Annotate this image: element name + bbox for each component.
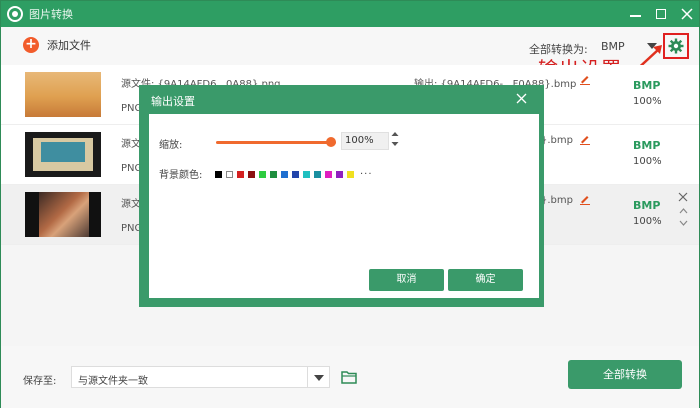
color-swatch-row: ··· <box>215 169 373 180</box>
color-swatch[interactable] <box>281 171 288 178</box>
color-swatch[interactable] <box>347 171 354 178</box>
maximize-icon <box>656 9 666 19</box>
source-filename: 源文 <box>121 199 141 210</box>
color-swatch[interactable] <box>303 171 310 178</box>
color-swatch[interactable] <box>270 171 277 178</box>
thumbnail-image <box>25 192 101 237</box>
edit-output-button[interactable] <box>579 193 591 208</box>
output-quality: 100% <box>633 216 662 227</box>
zoom-increment-button[interactable] <box>391 131 399 139</box>
color-swatch[interactable] <box>248 171 255 178</box>
app-title: 图片转换 <box>29 8 73 21</box>
close-icon <box>516 93 527 104</box>
dialog-title: 输出设置 <box>151 95 195 108</box>
output-quality: 100% <box>633 96 662 107</box>
add-files-label: 添加文件 <box>47 39 91 52</box>
output-settings-dialog: 输出设置 缩放: 100% 背景颜色: ··· 取消 确定 <box>139 85 544 307</box>
minimize-button[interactable] <box>625 4 645 24</box>
add-files-button[interactable]: + 添加文件 <box>23 37 91 53</box>
cancel-button[interactable]: 取消 <box>369 269 444 291</box>
close-icon <box>678 192 688 202</box>
chevron-down-icon <box>314 375 324 381</box>
close-icon <box>681 8 693 20</box>
background-color-label: 背景颜色: <box>159 170 203 181</box>
chevron-down-icon <box>391 142 399 146</box>
color-swatch[interactable] <box>237 171 244 178</box>
zoom-label: 缩放: <box>159 140 183 151</box>
ok-button[interactable]: 确定 <box>448 269 523 291</box>
pencil-icon <box>580 76 590 85</box>
edit-output-button[interactable] <box>579 133 591 148</box>
chevron-down-icon <box>679 220 688 226</box>
zoom-value-input[interactable]: 100% <box>341 132 389 150</box>
footer-bar: 保存至: 与源文件夹一致 全部转换 <box>1 346 699 408</box>
output-filename: }.bmp <box>541 195 573 206</box>
move-up-button[interactable] <box>679 207 688 217</box>
close-window-button[interactable] <box>677 4 697 24</box>
output-quality: 100% <box>633 156 662 167</box>
color-swatch[interactable] <box>325 171 332 178</box>
source-filename: 源文 <box>121 139 141 150</box>
color-swatch[interactable] <box>292 171 299 178</box>
remove-file-button[interactable] <box>678 191 688 205</box>
zoom-decrement-button[interactable] <box>391 141 399 149</box>
dialog-body: 缩放: 100% 背景颜色: ··· 取消 确定 <box>149 114 539 298</box>
output-filename: }.bmp <box>541 135 573 146</box>
dialog-close-button[interactable] <box>516 90 527 108</box>
pencil-icon <box>580 196 590 205</box>
color-swatch[interactable] <box>259 171 266 178</box>
pencil-icon <box>580 136 590 145</box>
title-bar: 图片转换 <box>1 1 699 27</box>
plus-icon: + <box>23 37 39 53</box>
thumbnail-image <box>25 72 101 117</box>
move-down-button[interactable] <box>679 219 688 229</box>
convert-all-button[interactable]: 全部转换 <box>568 360 682 389</box>
convert-all-format-value: BMP <box>601 39 625 53</box>
minimize-icon <box>629 15 641 17</box>
gear-icon <box>668 38 684 54</box>
color-swatch[interactable] <box>215 171 222 178</box>
open-folder-button[interactable] <box>341 370 357 387</box>
output-format: BMP <box>633 79 661 92</box>
edit-output-button[interactable] <box>579 73 591 88</box>
output-format: BMP <box>633 139 661 152</box>
zoom-slider[interactable] <box>216 141 336 144</box>
zoom-slider-handle[interactable] <box>326 137 336 147</box>
save-to-label: 保存至: <box>23 376 57 387</box>
output-format: BMP <box>633 199 661 212</box>
color-swatch[interactable] <box>336 171 343 178</box>
thumbnail-image <box>25 132 101 177</box>
maximize-button[interactable] <box>651 4 671 24</box>
more-colors-button[interactable]: ··· <box>360 169 373 180</box>
folder-icon <box>341 371 357 384</box>
chevron-up-icon <box>679 208 688 214</box>
color-swatch[interactable] <box>226 171 233 178</box>
divider <box>307 367 308 387</box>
color-swatch[interactable] <box>314 171 321 178</box>
app-window: 图片转换 + 添加文件 全部转换为: BMP 源文件: PNG BMP 100%… <box>0 0 700 408</box>
chevron-up-icon <box>391 132 399 136</box>
save-to-value: 与源文件夹一致 <box>78 376 148 387</box>
app-logo-icon <box>7 6 23 22</box>
save-to-select[interactable]: 与源文件夹一致 <box>71 366 330 388</box>
